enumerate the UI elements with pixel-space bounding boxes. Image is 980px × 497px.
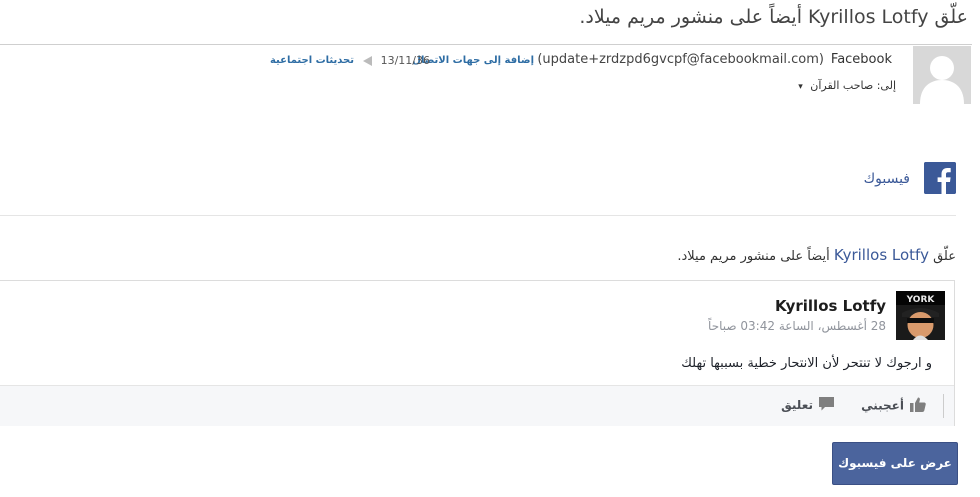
facebook-brand-label: فيسبوك bbox=[863, 171, 910, 187]
post-timestamp[interactable]: 28 أغسطس، الساعة 03:42 صباحاً bbox=[708, 319, 886, 333]
comment-label: تعليق bbox=[781, 398, 813, 412]
flag-icon[interactable] bbox=[363, 56, 372, 66]
recipient-row[interactable]: إلى: صاحب القرآن ▾ bbox=[798, 79, 896, 92]
post-text: و ارجوك لا تنتحر لأن الانتحار خطية بسببه… bbox=[681, 356, 932, 371]
notification-name-link[interactable]: Kyrillos Lotfy bbox=[834, 246, 929, 264]
header-divider bbox=[0, 44, 972, 45]
sender-row: Facebook (update+zrdzpd6gvcpf@facebookma… bbox=[0, 52, 980, 70]
comment-button[interactable]: تعليق bbox=[781, 397, 834, 414]
post-actions-bar: أعجبني تعليق bbox=[0, 385, 954, 426]
post-author-link[interactable]: Kyrillos Lotfy bbox=[775, 297, 886, 315]
actions-divider bbox=[943, 394, 944, 418]
notification-suffix: أيضاً على منشور مريم ميلاد. bbox=[677, 249, 830, 264]
comment-icon bbox=[819, 397, 834, 414]
sender-name[interactable]: Facebook bbox=[831, 52, 892, 67]
post-avatar[interactable]: YORK bbox=[896, 291, 945, 340]
notification-prefix: علّق bbox=[933, 249, 956, 264]
add-to-contacts-link[interactable]: إضافة إلى جهات الاتصال bbox=[412, 55, 534, 66]
recipient-label: إلى: صاحب القرآن bbox=[810, 79, 896, 92]
social-updates-link[interactable]: تحديثات اجتماعية bbox=[270, 55, 354, 66]
section-divider bbox=[0, 215, 956, 216]
sender-address: (update+zrdzpd6gvcpf@facebookmail.com) bbox=[537, 52, 824, 67]
email-subject: علّق Kyrillos Lotfy أيضاً على منشور مريم… bbox=[579, 6, 968, 28]
facebook-logo-icon[interactable] bbox=[924, 162, 956, 194]
like-label: أعجبني bbox=[861, 398, 904, 413]
chevron-down-icon[interactable]: ▾ bbox=[798, 82, 803, 92]
view-on-facebook-button[interactable]: عرض على فيسبوك bbox=[832, 442, 958, 485]
avatar-cap-text: YORK bbox=[906, 295, 936, 305]
like-icon bbox=[910, 397, 926, 415]
notification-text: علّق Kyrillos Lotfy أيضاً على منشور مريم… bbox=[677, 246, 956, 264]
like-button[interactable]: أعجبني bbox=[861, 397, 926, 415]
email-date: 13/11/36 bbox=[380, 54, 430, 67]
post-card: YORK Kyrillos Lotfy 28 أغسطس، الساعة 03:… bbox=[0, 280, 955, 426]
